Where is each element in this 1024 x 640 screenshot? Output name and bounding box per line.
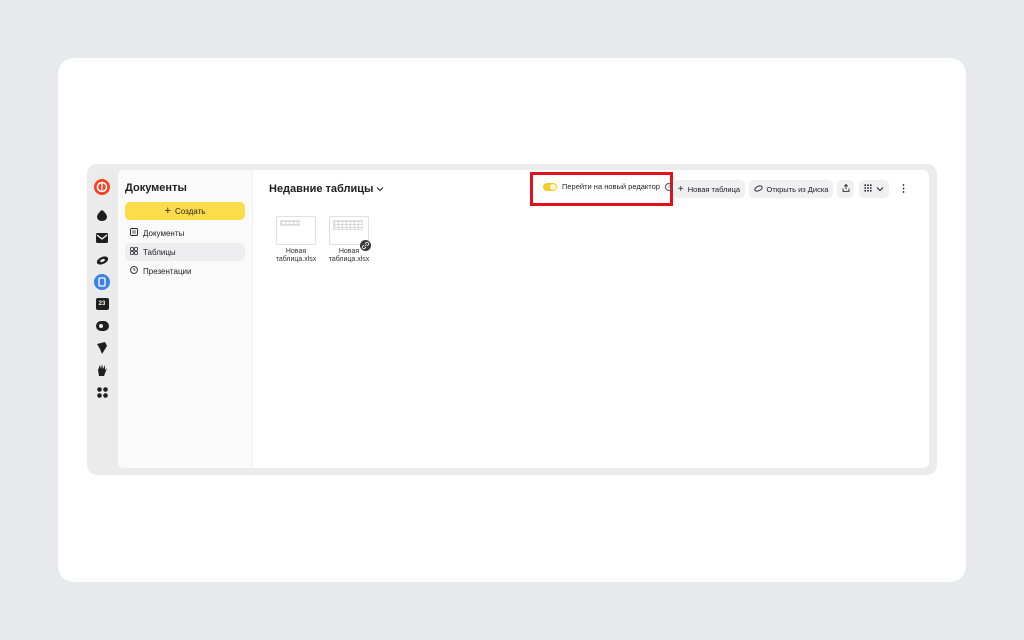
sidebar-item-tables[interactable]: Таблицы xyxy=(125,243,245,261)
new-editor-toggle-row: Перейти на новый редактор i xyxy=(543,182,673,191)
mail-icon[interactable] xyxy=(94,230,110,246)
more-menu-button[interactable] xyxy=(898,183,908,195)
upload-button[interactable] xyxy=(837,180,854,198)
file-name: Новая таблица.xlsx xyxy=(328,248,370,264)
view-mode-button[interactable] xyxy=(859,180,889,198)
chevron-down-icon xyxy=(876,185,884,194)
sidebar-title: Документы xyxy=(125,182,187,194)
file-thumbnail xyxy=(276,216,316,245)
sidebar-item-label: Документы xyxy=(143,228,185,238)
plus-icon: + xyxy=(677,183,684,195)
open-from-disk-button[interactable]: Открыть из Диска xyxy=(749,180,833,198)
document-icon xyxy=(130,228,138,238)
link-icon xyxy=(360,240,371,251)
chevron-down-icon xyxy=(376,183,384,195)
grid-view-icon xyxy=(864,184,872,194)
telemost-icon[interactable] xyxy=(94,318,110,334)
table-icon xyxy=(130,247,138,257)
new-editor-toggle-label: Перейти на новый редактор xyxy=(562,182,660,191)
sidebar-item-presentations[interactable]: Презентации xyxy=(125,262,245,280)
file-tile[interactable]: Новая таблица.xlsx xyxy=(269,216,323,265)
documents-app-panel: Документы + Создать Документы Таблицы Пр… xyxy=(118,170,929,468)
new-table-button[interactable]: + Новая таблица xyxy=(673,180,745,198)
cloud-icon[interactable] xyxy=(94,207,110,223)
hand-icon[interactable] xyxy=(94,362,110,378)
plus-icon: + xyxy=(164,204,172,217)
info-icon[interactable]: i xyxy=(664,182,673,191)
sidebar: Документы + Создать Документы Таблицы Пр… xyxy=(118,170,253,468)
documents-service-icon[interactable] xyxy=(94,274,110,290)
app-window: 23 Документы + Создать Документы Таблицы… xyxy=(87,164,937,475)
disk-icon xyxy=(753,184,763,194)
yandex-logo-icon[interactable] xyxy=(94,179,110,195)
all-services-icon[interactable] xyxy=(94,384,110,400)
create-button-label: Создать xyxy=(175,206,206,216)
disk-icon[interactable] xyxy=(94,252,110,268)
sidebar-item-label: Таблицы xyxy=(143,247,176,257)
page-title[interactable]: Недавние таблицы xyxy=(269,183,384,195)
sidebar-item-label: Презентации xyxy=(143,266,192,276)
calendar-day-label: 23 xyxy=(98,301,106,307)
sidebar-item-documents[interactable]: Документы xyxy=(125,224,245,242)
upload-icon xyxy=(842,183,850,194)
file-name: Новая таблица.xlsx xyxy=(275,248,317,264)
more-vertical-icon xyxy=(902,180,905,198)
calendar-icon[interactable]: 23 xyxy=(94,296,110,312)
create-button[interactable]: + Создать xyxy=(125,202,245,220)
clock-icon xyxy=(130,266,138,276)
services-rail: 23 xyxy=(87,164,117,475)
forms-icon[interactable] xyxy=(94,340,110,356)
new-editor-toggle[interactable] xyxy=(543,182,557,191)
file-tile[interactable]: Новая таблица.xlsx xyxy=(322,216,376,265)
